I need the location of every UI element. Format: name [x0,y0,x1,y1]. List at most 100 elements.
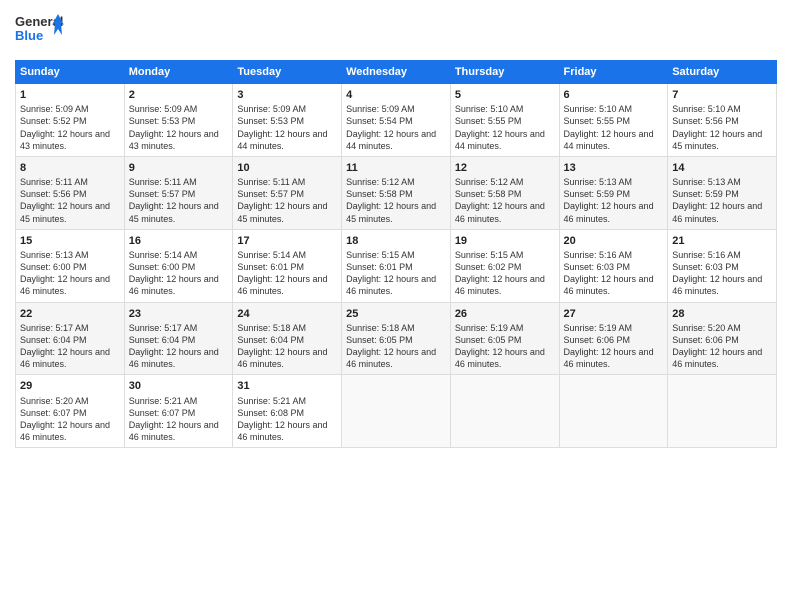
week-row-3: 15 Sunrise: 5:13 AM Sunset: 6:00 PM Dayl… [16,229,777,302]
day-info: Sunrise: 5:09 AM Sunset: 5:54 PM Dayligh… [346,103,446,152]
calendar-cell: 16 Sunrise: 5:14 AM Sunset: 6:00 PM Dayl… [124,229,233,302]
day-number: 13 [564,161,664,175]
day-number: 14 [672,161,772,175]
day-number: 24 [237,307,337,321]
calendar-cell: 3 Sunrise: 5:09 AM Sunset: 5:53 PM Dayli… [233,84,342,157]
day-info: Sunrise: 5:13 AM Sunset: 5:59 PM Dayligh… [564,176,664,225]
col-header-thursday: Thursday [450,61,559,84]
day-info: Sunrise: 5:18 AM Sunset: 6:04 PM Dayligh… [237,322,337,371]
calendar-cell: 12 Sunrise: 5:12 AM Sunset: 5:58 PM Dayl… [450,156,559,229]
day-number: 12 [455,161,555,175]
calendar-cell: 2 Sunrise: 5:09 AM Sunset: 5:53 PM Dayli… [124,84,233,157]
day-info: Sunrise: 5:15 AM Sunset: 6:02 PM Dayligh… [455,249,555,298]
day-number: 6 [564,88,664,102]
calendar-cell: 27 Sunrise: 5:19 AM Sunset: 6:06 PM Dayl… [559,302,668,375]
day-number: 21 [672,234,772,248]
calendar-cell: 18 Sunrise: 5:15 AM Sunset: 6:01 PM Dayl… [342,229,451,302]
calendar-header-row: SundayMondayTuesdayWednesdayThursdayFrid… [16,61,777,84]
calendar-cell: 17 Sunrise: 5:14 AM Sunset: 6:01 PM Dayl… [233,229,342,302]
calendar-cell: 31 Sunrise: 5:21 AM Sunset: 6:08 PM Dayl… [233,375,342,448]
day-number: 8 [20,161,120,175]
day-info: Sunrise: 5:19 AM Sunset: 6:06 PM Dayligh… [564,322,664,371]
col-header-monday: Monday [124,61,233,84]
calendar-cell: 28 Sunrise: 5:20 AM Sunset: 6:06 PM Dayl… [668,302,777,375]
day-number: 30 [129,379,229,393]
day-info: Sunrise: 5:19 AM Sunset: 6:05 PM Dayligh… [455,322,555,371]
col-header-sunday: Sunday [16,61,125,84]
day-info: Sunrise: 5:20 AM Sunset: 6:06 PM Dayligh… [672,322,772,371]
svg-text:Blue: Blue [15,28,43,43]
calendar-cell: 6 Sunrise: 5:10 AM Sunset: 5:55 PM Dayli… [559,84,668,157]
day-info: Sunrise: 5:16 AM Sunset: 6:03 PM Dayligh… [672,249,772,298]
day-info: Sunrise: 5:21 AM Sunset: 6:08 PM Dayligh… [237,395,337,444]
calendar-cell: 8 Sunrise: 5:11 AM Sunset: 5:56 PM Dayli… [16,156,125,229]
day-info: Sunrise: 5:15 AM Sunset: 6:01 PM Dayligh… [346,249,446,298]
calendar-cell: 21 Sunrise: 5:16 AM Sunset: 6:03 PM Dayl… [668,229,777,302]
logo: General Blue [15,10,65,52]
calendar-cell: 30 Sunrise: 5:21 AM Sunset: 6:07 PM Dayl… [124,375,233,448]
day-info: Sunrise: 5:17 AM Sunset: 6:04 PM Dayligh… [20,322,120,371]
day-number: 4 [346,88,446,102]
day-info: Sunrise: 5:18 AM Sunset: 6:05 PM Dayligh… [346,322,446,371]
day-info: Sunrise: 5:10 AM Sunset: 5:56 PM Dayligh… [672,103,772,152]
day-info: Sunrise: 5:20 AM Sunset: 6:07 PM Dayligh… [20,395,120,444]
day-info: Sunrise: 5:09 AM Sunset: 5:53 PM Dayligh… [129,103,229,152]
day-info: Sunrise: 5:12 AM Sunset: 5:58 PM Dayligh… [346,176,446,225]
calendar-cell: 4 Sunrise: 5:09 AM Sunset: 5:54 PM Dayli… [342,84,451,157]
calendar-cell: 25 Sunrise: 5:18 AM Sunset: 6:05 PM Dayl… [342,302,451,375]
day-number: 16 [129,234,229,248]
calendar-cell [450,375,559,448]
calendar-cell: 14 Sunrise: 5:13 AM Sunset: 5:59 PM Dayl… [668,156,777,229]
calendar-cell: 29 Sunrise: 5:20 AM Sunset: 6:07 PM Dayl… [16,375,125,448]
day-info: Sunrise: 5:09 AM Sunset: 5:52 PM Dayligh… [20,103,120,152]
day-number: 19 [455,234,555,248]
calendar-cell: 13 Sunrise: 5:13 AM Sunset: 5:59 PM Dayl… [559,156,668,229]
day-info: Sunrise: 5:17 AM Sunset: 6:04 PM Dayligh… [129,322,229,371]
day-info: Sunrise: 5:09 AM Sunset: 5:53 PM Dayligh… [237,103,337,152]
day-number: 18 [346,234,446,248]
day-info: Sunrise: 5:16 AM Sunset: 6:03 PM Dayligh… [564,249,664,298]
day-number: 25 [346,307,446,321]
day-number: 7 [672,88,772,102]
calendar-cell [668,375,777,448]
calendar-cell: 24 Sunrise: 5:18 AM Sunset: 6:04 PM Dayl… [233,302,342,375]
calendar-cell: 19 Sunrise: 5:15 AM Sunset: 6:02 PM Dayl… [450,229,559,302]
day-number: 3 [237,88,337,102]
day-number: 28 [672,307,772,321]
day-info: Sunrise: 5:13 AM Sunset: 5:59 PM Dayligh… [672,176,772,225]
calendar-cell: 5 Sunrise: 5:10 AM Sunset: 5:55 PM Dayli… [450,84,559,157]
day-number: 31 [237,379,337,393]
day-number: 9 [129,161,229,175]
calendar-cell: 22 Sunrise: 5:17 AM Sunset: 6:04 PM Dayl… [16,302,125,375]
calendar-cell: 9 Sunrise: 5:11 AM Sunset: 5:57 PM Dayli… [124,156,233,229]
day-info: Sunrise: 5:11 AM Sunset: 5:56 PM Dayligh… [20,176,120,225]
calendar-cell: 11 Sunrise: 5:12 AM Sunset: 5:58 PM Dayl… [342,156,451,229]
col-header-tuesday: Tuesday [233,61,342,84]
day-info: Sunrise: 5:12 AM Sunset: 5:58 PM Dayligh… [455,176,555,225]
day-info: Sunrise: 5:13 AM Sunset: 6:00 PM Dayligh… [20,249,120,298]
calendar-cell [559,375,668,448]
day-info: Sunrise: 5:11 AM Sunset: 5:57 PM Dayligh… [129,176,229,225]
day-number: 26 [455,307,555,321]
day-number: 10 [237,161,337,175]
logo-svg: General Blue [15,10,65,52]
day-number: 29 [20,379,120,393]
page: General Blue SundayMondayTuesdayWednesda… [0,0,792,612]
day-info: Sunrise: 5:10 AM Sunset: 5:55 PM Dayligh… [455,103,555,152]
col-header-friday: Friday [559,61,668,84]
calendar-cell: 7 Sunrise: 5:10 AM Sunset: 5:56 PM Dayli… [668,84,777,157]
col-header-saturday: Saturday [668,61,777,84]
calendar-cell: 20 Sunrise: 5:16 AM Sunset: 6:03 PM Dayl… [559,229,668,302]
day-info: Sunrise: 5:14 AM Sunset: 6:00 PM Dayligh… [129,249,229,298]
day-number: 5 [455,88,555,102]
day-info: Sunrise: 5:14 AM Sunset: 6:01 PM Dayligh… [237,249,337,298]
day-number: 27 [564,307,664,321]
day-number: 17 [237,234,337,248]
header: General Blue [15,10,777,52]
day-number: 11 [346,161,446,175]
week-row-5: 29 Sunrise: 5:20 AM Sunset: 6:07 PM Dayl… [16,375,777,448]
calendar-cell [342,375,451,448]
calendar-cell: 15 Sunrise: 5:13 AM Sunset: 6:00 PM Dayl… [16,229,125,302]
calendar-cell: 26 Sunrise: 5:19 AM Sunset: 6:05 PM Dayl… [450,302,559,375]
col-header-wednesday: Wednesday [342,61,451,84]
